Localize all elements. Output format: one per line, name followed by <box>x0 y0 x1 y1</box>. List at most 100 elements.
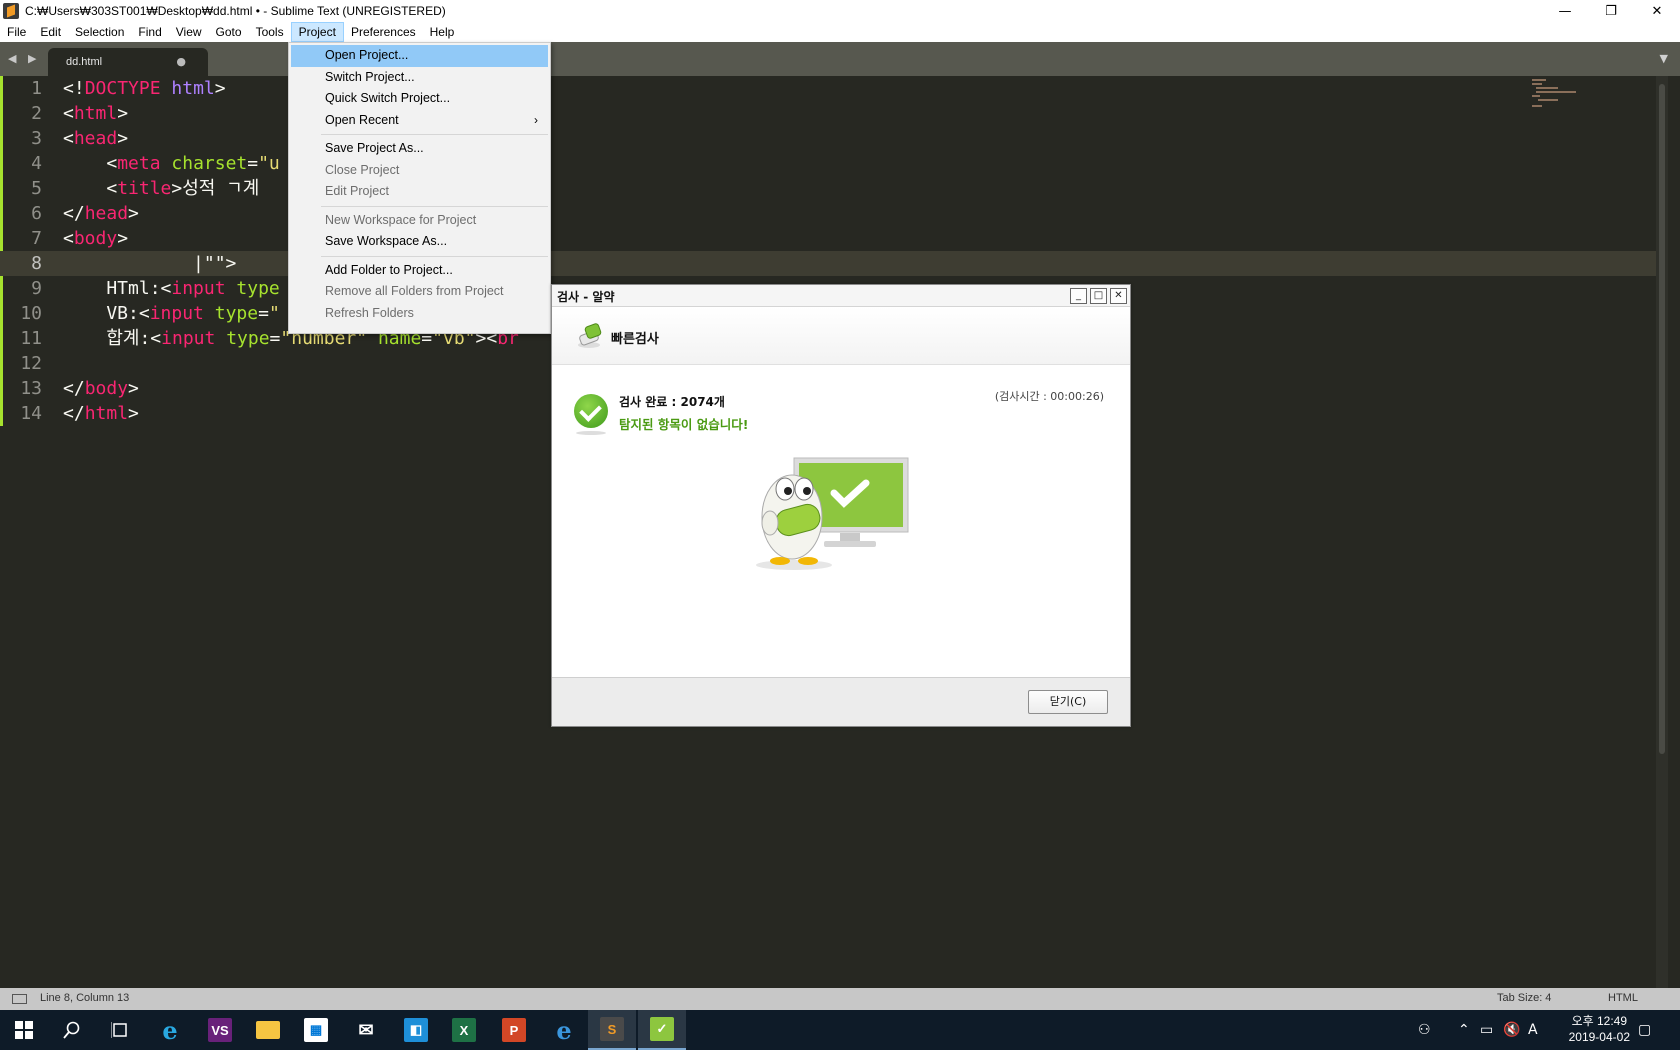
code-token: </ <box>63 203 85 224</box>
check-shadow <box>576 431 606 435</box>
close-button[interactable]: ✕ <box>1634 0 1680 22</box>
notification-center-icon[interactable]: ▢ <box>1638 1010 1651 1050</box>
search-icon[interactable] <box>48 1010 96 1050</box>
code-token: input <box>161 328 216 349</box>
unsaved-dot-icon[interactable]: ● <box>176 55 186 68</box>
menu-item-save-workspace-as[interactable]: Save Workspace As... <box>291 231 548 253</box>
code-token: type <box>214 303 259 324</box>
menu-find[interactable]: Find <box>131 22 168 42</box>
line-number: 6 <box>31 203 42 224</box>
minimap[interactable] <box>1532 79 1576 109</box>
panel-toggle-icon[interactable] <box>12 994 27 1004</box>
edge-icon[interactable]: e <box>540 1010 588 1050</box>
menu-item-switch-project[interactable]: Switch Project... <box>291 67 548 89</box>
menu-item-open-recent[interactable]: Open Recent › <box>291 110 548 132</box>
volume-mute-icon[interactable]: 🔇 <box>1503 1010 1520 1050</box>
vertical-scrollbar[interactable] <box>1656 76 1668 988</box>
code-line[interactable]: 8 |""> <box>0 251 1668 276</box>
menu-item-remove-all-folders: Remove all Folders from Project <box>325 284 504 298</box>
menu-item-new-workspace: New Workspace for Project <box>325 212 477 227</box>
store-icon[interactable]: ▦ <box>292 1010 340 1050</box>
scan-result-count: 검사 완료 : 2074개 <box>619 395 725 409</box>
show-hidden-icons-chevron-icon[interactable]: ⌃ <box>1458 1010 1470 1050</box>
line-number: 7 <box>31 228 42 249</box>
line-number: 2 <box>31 103 42 124</box>
menu-goto[interactable]: Goto <box>209 22 249 42</box>
code-token: input <box>149 303 204 324</box>
menu-selection[interactable]: Selection <box>68 22 131 42</box>
menu-item-quick-switch-project[interactable]: Quick Switch Project... <box>291 88 548 110</box>
app-icon[interactable]: ◧ <box>392 1010 440 1050</box>
dialog-title: 검사 - 알약 <box>557 290 615 304</box>
alyac-icon[interactable]: ✓ <box>638 1010 686 1050</box>
code-token: html <box>84 403 129 424</box>
menu-preferences[interactable]: Preferences <box>344 22 423 42</box>
code-token: type <box>236 278 280 299</box>
code-line[interactable]: 5 <title>성적 ㄱ계 <box>0 176 1668 201</box>
tab-nav-arrows[interactable]: ◀ ▶ <box>8 52 40 65</box>
minimize-button[interactable]: — <box>1542 0 1588 22</box>
menu-separator <box>321 255 548 257</box>
menu-tools[interactable]: Tools <box>249 22 291 42</box>
powerpoint-icon[interactable]: P <box>490 1010 538 1050</box>
menu-item-label: Open Recent <box>325 112 399 127</box>
dialog-minimize-button[interactable]: _ <box>1070 288 1087 304</box>
project-menu: Open Project... Switch Project... Quick … <box>288 42 551 334</box>
sublime-text-icon[interactable]: S <box>588 1010 636 1050</box>
visual-studio-icon[interactable]: VS <box>196 1010 244 1050</box>
menu-item-save-project-as[interactable]: Save Project As... <box>291 138 548 160</box>
menu-item-open-project[interactable]: Open Project... <box>291 45 548 67</box>
tab-overflow-arrow-icon[interactable]: ▼ <box>1660 52 1668 65</box>
line-number: 3 <box>31 128 42 149</box>
code-token: HTml:< <box>63 278 172 299</box>
code-token: input <box>171 278 226 299</box>
menu-help[interactable]: Help <box>423 22 462 42</box>
status-bar: Line 8, Column 13 Tab Size: 4 HTML <box>0 988 1680 1010</box>
code-line[interactable]: 6 </head> <box>0 201 1668 226</box>
network-icon[interactable]: ▭ <box>1480 1010 1493 1050</box>
scrollbar-thumb[interactable] <box>1659 84 1665 754</box>
code-line[interactable]: 3 <head> <box>0 126 1668 151</box>
dialog-close-button[interactable]: ✕ <box>1110 288 1127 304</box>
internet-explorer-icon[interactable]: e <box>146 1010 194 1050</box>
code-line[interactable]: 7 <body> <box>0 226 1668 251</box>
start-icon[interactable] <box>0 1010 48 1050</box>
dialog-header-title: 빠른검사 <box>611 332 659 347</box>
dialog-close-action-button[interactable]: 닫기(C) <box>1028 690 1108 714</box>
window-controls: — ❐ ✕ <box>1542 0 1680 22</box>
menu-item-add-folder[interactable]: Add Folder to Project... <box>291 260 548 282</box>
syntax-indicator[interactable]: HTML <box>1608 992 1638 1004</box>
code-line[interactable]: 4 <meta charset="u <box>0 151 1668 176</box>
code-token: body <box>84 378 129 399</box>
menu-view[interactable]: View <box>169 22 209 42</box>
line-number: 1 <box>31 78 42 99</box>
task-view-icon[interactable] <box>96 1010 144 1050</box>
scan-result-message: 탐지된 항목이 없습니다! <box>619 417 749 432</box>
menu-edit[interactable]: Edit <box>33 22 68 42</box>
line-number: 12 <box>20 353 42 374</box>
file-explorer-icon[interactable] <box>244 1010 292 1050</box>
dialog-maximize-button[interactable]: □ <box>1090 288 1107 304</box>
menu-file[interactable]: File <box>0 22 33 42</box>
maximize-button[interactable]: ❐ <box>1588 0 1634 22</box>
code-token: </ <box>63 403 85 424</box>
code-line[interactable]: 2 <html> <box>0 101 1668 126</box>
mail-icon[interactable]: ✉ <box>342 1010 390 1050</box>
line-number: 10 <box>20 303 42 324</box>
tab-dd-html[interactable]: dd.html ● <box>48 48 208 76</box>
code-token: > <box>128 403 139 424</box>
people-icon[interactable]: ⚇ <box>1418 1010 1431 1050</box>
excel-icon[interactable]: X <box>440 1010 488 1050</box>
clock-time: 오후 12:49 <box>1571 1014 1628 1028</box>
tab-size-indicator[interactable]: Tab Size: 4 <box>1497 992 1551 1004</box>
code-line[interactable]: 1 <!DOCTYPE html> <box>0 76 1668 101</box>
dialog-title-bar[interactable]: 검사 - 알약 _ □ ✕ <box>552 285 1130 307</box>
dialog-header: 빠른검사 <box>552 307 1130 365</box>
menu-project[interactable]: Project <box>290 22 344 42</box>
menu-separator <box>321 205 548 207</box>
ime-indicator[interactable]: A <box>1528 1010 1538 1050</box>
code-token: head <box>73 128 118 149</box>
system-clock[interactable]: 오후 12:49 2019-04-02 <box>1569 1013 1630 1045</box>
